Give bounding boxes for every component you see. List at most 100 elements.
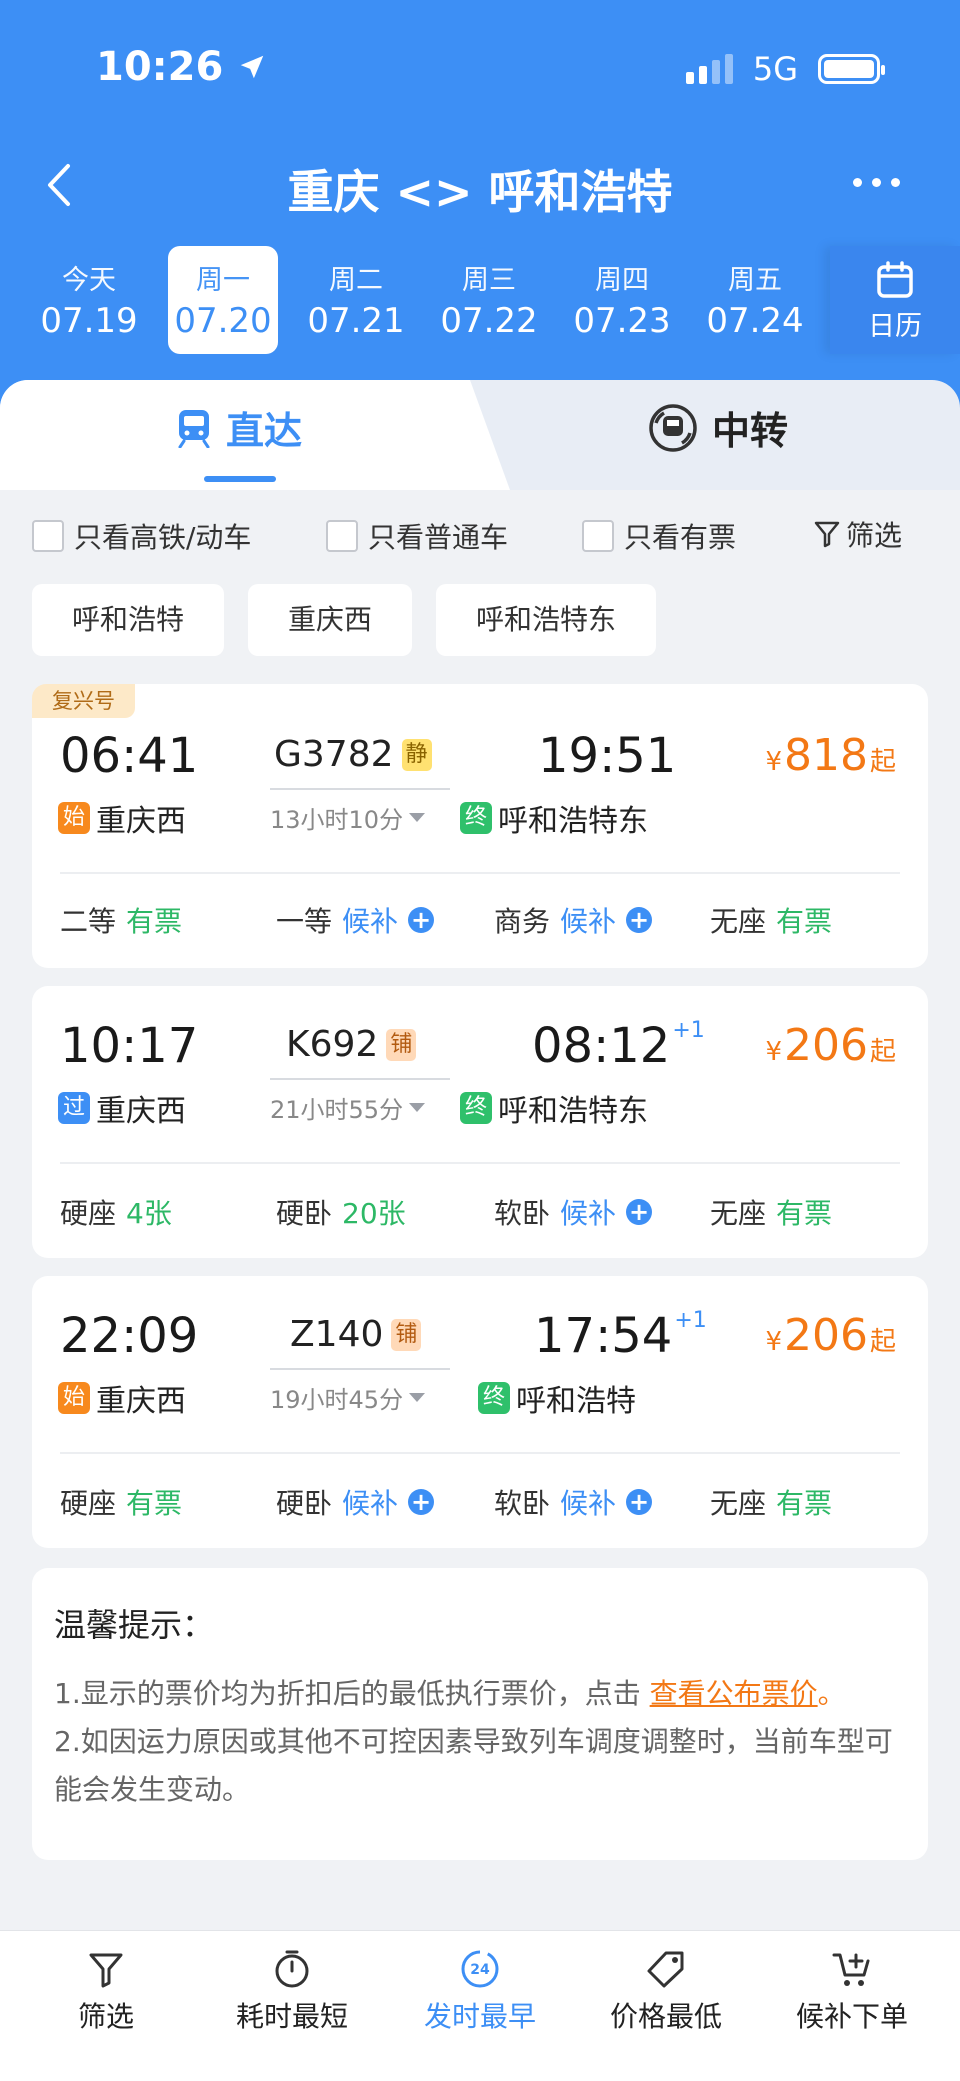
date-item-0720[interactable]: 周一 07.20 — [168, 246, 278, 354]
sort-cheapest-button[interactable]: 价格最低 — [576, 1949, 756, 2035]
seat-standing[interactable]: 无座 有票 — [710, 1192, 832, 1232]
clock-24-icon-text: 24 — [470, 1962, 490, 1978]
seat-row: 硬座 4张 硬卧 20张 软卧 候补 + 无座 有票 — [60, 1192, 900, 1242]
station-chip[interactable]: 重庆西 — [248, 584, 413, 656]
arrival-station-name: 呼和浩特东 — [498, 1094, 648, 1129]
cart-plus-icon — [832, 1953, 870, 1986]
sort-shortest-button[interactable]: 耗时最短 — [202, 1949, 382, 2035]
seat-availability: 候补 — [560, 1197, 617, 1230]
duration[interactable]: 13小时10分 — [270, 788, 450, 835]
available-only-checkbox[interactable]: 只看有票 — [582, 516, 736, 556]
waitlist-order-button[interactable]: 候补下单 — [762, 1949, 942, 2035]
train-number: Z140 铺 — [290, 1314, 422, 1355]
duration[interactable]: 21小时55分 — [270, 1078, 450, 1125]
date-item-0721[interactable]: 周二 07.21 — [301, 246, 411, 354]
departure-station: 始 重庆西 — [58, 1376, 186, 1420]
network-label: 5G — [752, 50, 798, 88]
checkbox-box[interactable] — [32, 520, 64, 552]
seat-name: 无座 — [710, 1487, 767, 1520]
train-tag: 铺 — [391, 1318, 422, 1351]
tab-direct[interactable]: 直达 — [176, 400, 302, 455]
seat-availability: 有票 — [776, 1487, 833, 1520]
train-card[interactable]: 22:09 Z140 铺 19小时45分 17:54+1 始 重庆西 终 呼和浩… — [32, 1276, 928, 1548]
sort-earliest-button[interactable]: 24 发时最早 — [390, 1949, 570, 2035]
status-time-text: 10:26 — [96, 44, 224, 90]
tab-underline — [204, 476, 276, 482]
pass-through-tag: 过 — [58, 1092, 90, 1124]
next-day-indicator: +1 — [672, 1018, 705, 1043]
date-value: 07.20 — [174, 301, 272, 341]
price: ¥ 206 起 — [765, 1310, 896, 1361]
high-speed-checkbox[interactable]: 只看高铁/动车 — [32, 516, 251, 556]
arrival-time: 08:12+1 — [532, 1018, 705, 1074]
currency-symbol: ¥ — [765, 747, 782, 777]
station-chip[interactable]: 呼和浩特东 — [436, 584, 657, 656]
station-chip[interactable]: 呼和浩特 — [32, 584, 225, 656]
page-title: 重庆 <> 呼和浩特 — [287, 165, 673, 219]
seat-first-class[interactable]: 一等 候补 + — [276, 900, 435, 940]
seat-standing[interactable]: 无座 有票 — [710, 1482, 832, 1522]
tab-transfer[interactable]: 中转 — [648, 400, 788, 455]
duration[interactable]: 19小时45分 — [270, 1368, 450, 1415]
seat-availability: 有票 — [776, 1197, 833, 1230]
date-value: 07.21 — [307, 301, 405, 341]
seat-availability: 候补 — [560, 905, 617, 938]
train-card[interactable]: 10:17 K692 铺 21小时55分 08:12+1 过 重庆西 终 呼和浩… — [32, 986, 928, 1258]
arrival-station-name: 呼和浩特东 — [498, 804, 648, 839]
normal-train-checkbox[interactable]: 只看普通车 — [326, 516, 508, 556]
arrival-station-name: 呼和浩特 — [516, 1384, 636, 1419]
date-item-0722[interactable]: 周三 07.22 — [434, 246, 544, 354]
seat-second-class[interactable]: 二等 有票 — [60, 900, 182, 940]
status-time: 10:26 — [96, 44, 267, 90]
seat-hard-sleeper[interactable]: 硬卧 候补 + — [276, 1482, 435, 1522]
plus-circle-icon: + — [626, 1489, 653, 1515]
date-item-0724[interactable]: 周五 07.24 — [700, 246, 810, 354]
seat-name: 硬座 — [60, 1197, 117, 1230]
location-arrow-icon — [241, 55, 264, 79]
date-value: 07.24 — [706, 301, 804, 341]
seat-availability: 有票 — [126, 905, 183, 938]
sort-filter-button[interactable]: 筛选 — [16, 1949, 196, 2035]
duration-text: 21小时55分 — [270, 1096, 404, 1124]
checkbox-box[interactable] — [326, 520, 358, 552]
seat-soft-sleeper[interactable]: 软卧 候补 + — [494, 1482, 653, 1522]
plus-circle-icon: + — [626, 907, 653, 933]
departure-time: 22:09 — [60, 1308, 199, 1364]
departure-time: 10:17 — [60, 1018, 199, 1074]
arrival-time: 17:54+1 — [534, 1308, 707, 1364]
plus-circle-icon: + — [408, 1489, 435, 1515]
seat-row: 硬座 有票 硬卧 候补 + 软卧 候补 + 无座 有票 — [60, 1482, 900, 1532]
seat-hard-seat[interactable]: 硬座 4张 — [60, 1192, 172, 1232]
seat-name: 硬座 — [60, 1487, 117, 1520]
bottom-sort-bar: 筛选 耗时最短 24 发时最早 价格最低 候补下单 — [0, 1930, 960, 2081]
seat-hard-sleeper[interactable]: 硬卧 20张 — [276, 1192, 406, 1232]
divider — [60, 1162, 900, 1164]
date-weekday: 今天 — [62, 265, 116, 296]
price-suffix: 起 — [869, 747, 896, 777]
origin-tag: 始 — [58, 1382, 90, 1414]
published-fare-link[interactable]: 查看公布票价 — [650, 1677, 818, 1710]
date-value: 07.19 — [40, 301, 138, 341]
more-icon[interactable] — [853, 178, 900, 187]
seat-hard-seat[interactable]: 硬座 有票 — [60, 1482, 182, 1522]
arrival-time-text: 19:51 — [538, 728, 677, 784]
seat-row: 二等 有票 一等 候补 + 商务 候补 + 无座 有票 — [60, 900, 900, 950]
train-card[interactable]: 复兴号 06:41 G3782 静 13小时10分 19:51 始 重庆西 终 … — [32, 684, 928, 968]
calendar-button[interactable]: 日历 — [830, 246, 960, 354]
seat-soft-sleeper[interactable]: 软卧 候补 + — [494, 1192, 653, 1232]
checkbox-box[interactable] — [582, 520, 614, 552]
seat-standing[interactable]: 无座 有票 — [710, 900, 832, 940]
funnel-icon — [814, 521, 840, 548]
price: ¥ 818 起 — [765, 730, 896, 781]
departure-station-name: 重庆西 — [96, 1384, 186, 1419]
seat-name: 无座 — [710, 1197, 767, 1230]
station-chips: 呼和浩特 重庆西 呼和浩特东 — [32, 584, 657, 656]
seat-name: 硬卧 — [276, 1487, 333, 1520]
date-item-0719[interactable]: 今天 07.19 — [34, 246, 144, 354]
filter-button[interactable]: 筛选 — [814, 514, 902, 554]
train-icon — [178, 409, 210, 448]
price-value: 818 — [784, 730, 868, 781]
date-item-0723[interactable]: 周四 07.23 — [567, 246, 677, 354]
seat-business-class[interactable]: 商务 候补 + — [494, 900, 653, 940]
seat-availability: 有票 — [126, 1487, 183, 1520]
